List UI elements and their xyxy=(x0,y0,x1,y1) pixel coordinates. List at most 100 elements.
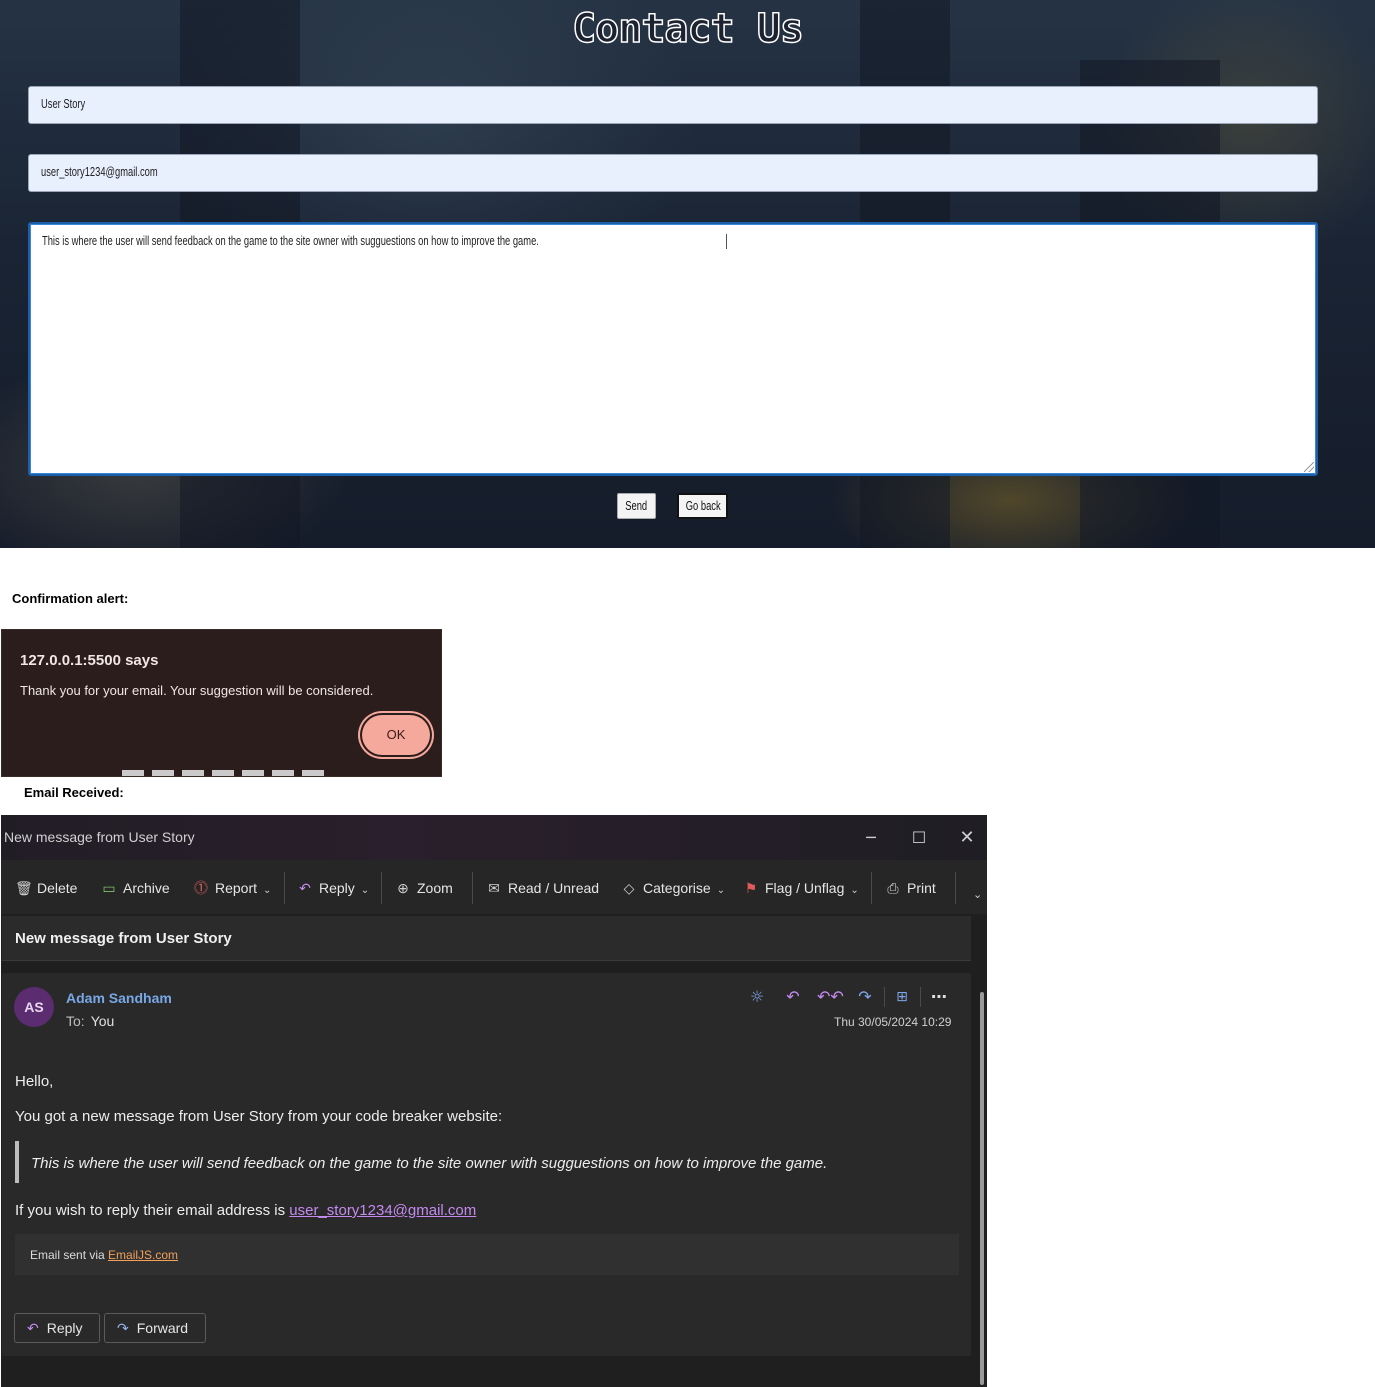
window-titlebar: New message from User Story ─ ☐ ✕ xyxy=(1,815,987,860)
archive-icon: ▭ xyxy=(102,880,116,896)
scrollbar-thumb[interactable] xyxy=(980,992,984,1385)
contact-page: Contact Us User Story user_story1234@gma… xyxy=(0,0,1375,548)
reply-email-link[interactable]: user_story1234@gmail.com xyxy=(289,1202,476,1219)
emailjs-footer: Email sent via EmailJS.com xyxy=(15,1234,959,1275)
action-divider xyxy=(884,987,885,1007)
ribbon-toolbar: 🗑 Delete ▭ Archive ⓵ Report ⌄ ↶ Reply ⌄ ⊕ Zoom … xyxy=(1,860,987,914)
avatar[interactable]: AS xyxy=(14,987,54,1027)
flag-icon: ⚑ xyxy=(744,880,758,896)
archive-label: Archive xyxy=(123,880,170,896)
chevron-down-icon: ⌄ xyxy=(263,885,272,896)
ok-button[interactable]: OK xyxy=(362,715,430,755)
delete-label: Delete xyxy=(37,880,78,896)
window-title: New message from User Story xyxy=(4,829,195,845)
reply-line: If you wish to reply their email address… xyxy=(15,1202,476,1219)
confirmation-caption: Confirmation alert: xyxy=(12,591,129,606)
background-text-fragment xyxy=(122,770,332,776)
alert-message: Thank you for your email. Your suggestio… xyxy=(20,683,374,698)
emailjs-link[interactable]: EmailJS.com xyxy=(108,1248,178,1262)
text-cursor xyxy=(726,234,727,250)
sender-name[interactable]: Adam Sandham xyxy=(66,990,172,1006)
page-title: Contact Us xyxy=(571,5,804,53)
categorise-label: Categorise xyxy=(643,880,711,896)
ribbon-divider xyxy=(381,872,382,904)
recipient-line: To: You xyxy=(66,1013,114,1029)
categorise-button[interactable]: ◇ Categorise ⌄ xyxy=(621,879,725,897)
go-back-button[interactable]: Go back xyxy=(677,493,728,519)
chevron-down-icon: ⌄ xyxy=(850,885,859,896)
close-icon[interactable]: ✕ xyxy=(952,823,982,853)
message-date: Thu 30/05/2024 10:29 xyxy=(834,1015,952,1029)
flag-unflag-label: Flag / Unflag xyxy=(765,880,845,896)
message-card: AS Adam Sandham To: You ☼ ↶ ↶↶ ↷ ⊞ ⋯ Thu … xyxy=(2,973,971,1356)
sun-icon[interactable]: ☼ xyxy=(745,985,769,1009)
action-divider xyxy=(920,987,921,1007)
ribbon-expand-icon[interactable]: ⌄ xyxy=(973,886,982,904)
resize-grip-icon[interactable] xyxy=(1304,462,1314,472)
ribbon-divider xyxy=(955,872,956,904)
maximize-icon[interactable]: ☐ xyxy=(904,823,934,853)
quoted-message: This is where the user will send feedbac… xyxy=(31,1155,828,1172)
send-button-label: Send xyxy=(625,498,648,513)
flag-unflag-button[interactable]: ⚑ Flag / Unflag ⌄ xyxy=(743,879,859,897)
subject-bar: New message from User Story xyxy=(2,916,971,961)
forward-button[interactable]: ↷ Forward xyxy=(104,1313,206,1343)
reply-icon[interactable]: ↶ xyxy=(781,985,805,1009)
name-input[interactable]: User Story xyxy=(28,86,1318,124)
quote-bar xyxy=(15,1141,19,1183)
body-intro: You got a new message from User Story fr… xyxy=(15,1108,503,1125)
reply-icon: ↶ xyxy=(27,1320,39,1336)
reply-button-label: Reply xyxy=(46,1320,83,1336)
forward-icon[interactable]: ↷ xyxy=(853,985,877,1009)
to-label: To: xyxy=(66,1013,85,1029)
report-button[interactable]: ⓵ Report ⌄ xyxy=(193,879,271,897)
ribbon-divider xyxy=(871,872,872,904)
reply-icon: ↶ xyxy=(299,880,311,896)
recipient-name[interactable]: You xyxy=(91,1013,115,1029)
chevron-down-icon: ⌄ xyxy=(716,885,726,896)
zoom-label: Zoom xyxy=(417,880,453,896)
archive-button[interactable]: ▭ Archive xyxy=(101,879,170,897)
reply-dropdown-button[interactable]: ↶ Reply ⌄ xyxy=(297,879,369,897)
alert-dialog: 127.0.0.1:5500 says Thank you for your e… xyxy=(1,629,442,777)
print-button[interactable]: ⎙ Print xyxy=(885,879,936,897)
trash-icon: 🗑 xyxy=(15,880,33,896)
forward-icon: ↷ xyxy=(117,1320,129,1336)
name-input-value: User Story xyxy=(41,96,86,111)
printer-icon: ⎙ xyxy=(887,880,899,896)
apps-icon[interactable]: ⊞ xyxy=(890,985,914,1009)
body-greeting: Hello, xyxy=(15,1073,54,1090)
minimize-icon[interactable]: ─ xyxy=(856,823,886,853)
read-unread-label: Read / Unread xyxy=(508,880,600,896)
reply-line-text: If you wish to reply their email address… xyxy=(15,1202,290,1219)
tag-icon: ◇ xyxy=(623,880,635,896)
reply-button[interactable]: ↶ Reply xyxy=(14,1313,100,1343)
envelope-icon: ✉ xyxy=(488,880,500,896)
send-button[interactable]: Send xyxy=(617,493,656,519)
print-label: Print xyxy=(907,880,936,896)
delete-button[interactable]: 🗑 Delete xyxy=(15,879,77,897)
email-received-caption: Email Received: xyxy=(24,785,124,800)
zoom-button[interactable]: ⊕ Zoom xyxy=(395,879,453,897)
ribbon-divider xyxy=(472,872,473,904)
mail-window: New message from User Story ─ ☐ ✕ 🗑 Delet… xyxy=(1,815,987,1387)
email-input[interactable]: user_story1234@gmail.com xyxy=(28,154,1318,192)
read-unread-button[interactable]: ✉ Read / Unread xyxy=(486,879,599,897)
message-textarea-value: This is where the user will send feedbac… xyxy=(42,233,539,248)
ribbon-divider xyxy=(284,872,285,904)
more-options-icon[interactable]: ⋯ xyxy=(927,985,951,1009)
message-textarea[interactable]: This is where the user will send feedbac… xyxy=(28,222,1318,476)
reply-all-icon[interactable]: ↶↶ xyxy=(817,985,844,1009)
report-label: Report xyxy=(215,880,258,896)
reply-label: Reply xyxy=(319,880,355,896)
chevron-down-icon: ⌄ xyxy=(360,885,370,896)
zoom-icon: ⊕ xyxy=(397,880,409,896)
forward-button-label: Forward xyxy=(136,1320,189,1336)
alert-title: 127.0.0.1:5500 says xyxy=(20,652,159,669)
footer-prefix: Email sent via xyxy=(30,1248,109,1262)
go-back-button-label: Go back xyxy=(685,498,721,513)
scrollbar[interactable] xyxy=(980,980,985,1385)
footer-text: Email sent via EmailJS.com xyxy=(30,1248,178,1262)
email-input-value: user_story1234@gmail.com xyxy=(41,164,158,179)
message-subject: New message from User Story xyxy=(15,930,232,947)
